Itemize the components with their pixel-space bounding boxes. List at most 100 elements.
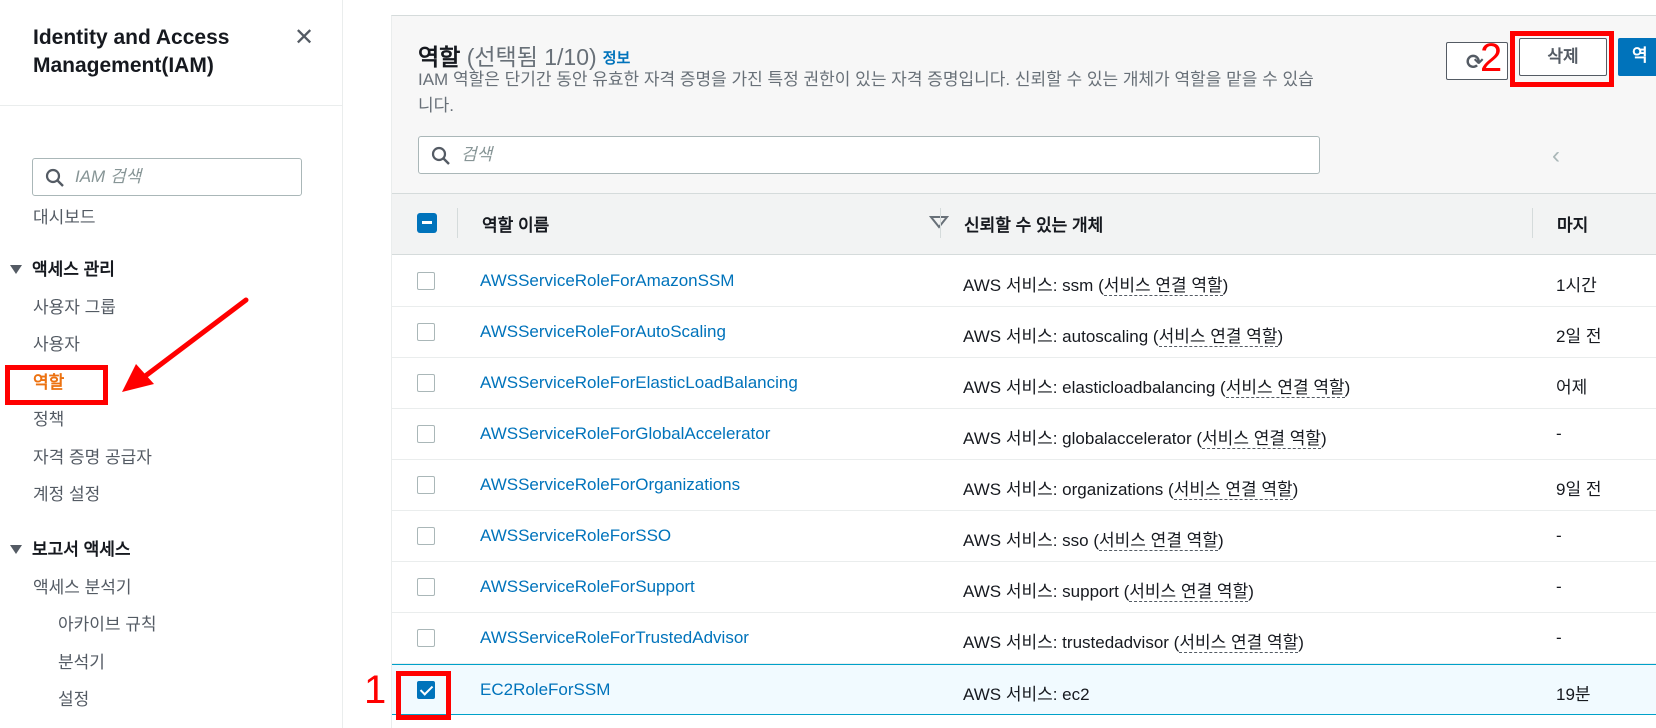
nav-account-settings[interactable]: 계정 설정 <box>33 484 100 506</box>
trusted-entity-cell: AWS 서비스: sso (서비스 연결 역할) <box>963 526 1224 551</box>
role-name-link[interactable]: AWSServiceRoleForOrganizations <box>480 475 740 495</box>
trusted-entity-suffix: ) <box>1222 276 1229 295</box>
nav-policies[interactable]: 정책 <box>33 409 64 431</box>
service-linked-role-label: 서비스 연결 역할 <box>1099 531 1218 551</box>
trusted-entity-text: AWS 서비스: ssm ( <box>963 276 1104 295</box>
row-checkbox[interactable] <box>417 272 435 290</box>
trusted-entity-cell: AWS 서비스: organizations (서비스 연결 역할) <box>963 475 1298 500</box>
role-name-link[interactable]: AWSServiceRoleForAmazonSSM <box>480 271 734 291</box>
last-activity-cell: 2일 전 <box>1556 327 1602 346</box>
trusted-entity-text: AWS 서비스: trustedadvisor ( <box>963 633 1180 652</box>
trusted-entity-cell: AWS 서비스: support (서비스 연결 역할) <box>963 577 1254 602</box>
role-name-link[interactable]: AWSServiceRoleForElasticLoadBalancing <box>480 373 798 393</box>
nav-section-reports[interactable]: 보고서 액세스 <box>10 539 131 561</box>
last-activity-cell: - <box>1556 577 1562 596</box>
table-row[interactable]: AWSServiceRoleForElasticLoadBalancing AWS… <box>392 358 1656 409</box>
sidebar-search-input[interactable] <box>75 165 295 189</box>
nav-analyzer-settings[interactable]: 설정 <box>58 689 89 711</box>
table-row[interactable]: EC2RoleForSSM AWS 서비스: ec2 19분 1 <box>364 664 1656 720</box>
sidebar-header: Identity and Access Management(IAM) ✕ <box>0 0 342 106</box>
table-row[interactable]: AWSServiceRoleForOrganizations AWS 서비스: o… <box>392 460 1656 511</box>
trusted-entity-cell: AWS 서비스: elasticloadbalancing (서비스 연결 역할… <box>963 373 1350 398</box>
trusted-entity-suffix: ) <box>1344 378 1351 397</box>
sidebar-search <box>32 158 302 196</box>
row-checkbox[interactable] <box>417 629 435 647</box>
sort-down-icon[interactable] <box>929 214 949 230</box>
annotation-step-2: 2 <box>1480 36 1503 80</box>
role-name-link[interactable]: AWSServiceRoleForSupport <box>480 577 695 597</box>
trusted-entity-suffix: ) <box>1248 582 1254 601</box>
column-divider <box>1532 208 1533 238</box>
trusted-entity-cell: AWS 서비스: ec2 <box>963 680 1090 705</box>
trusted-entity-suffix: ) <box>1277 327 1284 346</box>
annotation-arrow <box>122 297 249 392</box>
annotation-highlight-delete <box>1510 31 1614 87</box>
role-name-link[interactable]: AWSServiceRoleForGlobalAccelerator <box>480 424 770 444</box>
sidebar: Identity and Access Management(IAM) ✕ 대시… <box>0 0 343 728</box>
row-checkbox[interactable] <box>417 323 435 341</box>
annotation-step-1: 1 <box>364 668 387 712</box>
nav-access-analyzer[interactable]: 액세스 분석기 <box>33 577 132 599</box>
table-row[interactable]: AWSServiceRoleForAutoScaling AWS 서비스: aut… <box>392 307 1656 358</box>
roles-search-input[interactable] <box>461 143 1301 167</box>
role-name-link[interactable]: AWSServiceRoleForTrustedAdvisor <box>480 628 749 648</box>
column-divider <box>940 208 941 238</box>
service-linked-role-label: 서비스 연결 역할 <box>1173 480 1293 500</box>
annotation-highlight-roles <box>5 365 108 405</box>
trusted-entity-text: AWS 서비스: globalaccelerator ( <box>963 429 1203 448</box>
info-link[interactable]: 정보 <box>603 50 631 67</box>
service-linked-role-label: 서비스 연결 역할 <box>1202 429 1321 449</box>
trusted-entity-cell: AWS 서비스: ssm (서비스 연결 역할) <box>963 271 1228 296</box>
trusted-entity-text: AWS 서비스: organizations ( <box>963 480 1174 499</box>
search-icon <box>431 146 450 165</box>
nav-dashboard[interactable]: 대시보드 <box>33 207 96 229</box>
nav-identity-providers[interactable]: 자격 증명 공급자 <box>33 447 152 469</box>
nav-section-reports-label: 보고서 액세스 <box>32 540 131 559</box>
trusted-entity-text: AWS 서비스: support ( <box>963 582 1130 601</box>
last-activity-cell: - <box>1556 526 1562 545</box>
service-linked-role-label: 서비스 연결 역할 <box>1225 378 1345 398</box>
role-name-link[interactable]: EC2RoleForSSM <box>480 680 610 700</box>
nav-archive-rules[interactable]: 아카이브 규칙 <box>58 614 157 636</box>
trusted-entity-suffix: ) <box>1298 633 1304 652</box>
sidebar-title: Identity and Access Management(IAM) <box>33 26 230 77</box>
nav-users[interactable]: 사용자 <box>33 334 80 356</box>
row-checkbox[interactable] <box>417 476 435 494</box>
trusted-entity-text: AWS 서비스: elasticloadbalancing ( <box>963 378 1226 397</box>
column-header-trusted-entities[interactable]: 신뢰할 수 있는 개체 <box>964 211 1103 236</box>
trusted-entity-suffix: ) <box>1217 531 1224 550</box>
table-row[interactable]: AWSServiceRoleForSupport AWS 서비스: support… <box>392 562 1656 613</box>
nav-analyzers[interactable]: 분석기 <box>58 652 105 674</box>
select-all-checkbox[interactable] <box>417 213 437 233</box>
role-name-link[interactable]: AWSServiceRoleForAutoScaling <box>480 322 726 342</box>
row-checkbox[interactable] <box>417 425 435 443</box>
role-name-link[interactable]: AWSServiceRoleForSSO <box>480 526 671 546</box>
main-content: 역할 (선택됨 1/10) 정보 IAM 역할은 단기간 동안 유효한 자격 증명… <box>343 0 1656 728</box>
panel-header: 역할 (선택됨 1/10) 정보 IAM 역할은 단기간 동안 유효한 자격 증명… <box>392 16 1656 193</box>
column-header-last-activity[interactable]: 마지 <box>1557 211 1588 236</box>
nav-section-access[interactable]: 액세스 관리 <box>10 259 115 281</box>
nav-user-groups[interactable]: 사용자 그룹 <box>33 297 116 319</box>
row-checkbox[interactable] <box>417 578 435 596</box>
roles-panel: 역할 (선택됨 1/10) 정보 IAM 역할은 단기간 동안 유효한 자격 증명… <box>364 15 1656 728</box>
trusted-entity-suffix: ) <box>1292 480 1299 499</box>
chevron-left-icon[interactable]: ‹ <box>1552 142 1560 170</box>
close-icon[interactable]: ✕ <box>292 26 316 50</box>
column-header-role-name[interactable]: 역할 이름 <box>482 211 549 236</box>
last-activity-cell: 9일 전 <box>1556 480 1602 499</box>
service-linked-role-label: 서비스 연결 역할 <box>1129 582 1249 602</box>
table-row[interactable]: AWSServiceRoleForAmazonSSM AWS 서비스: ssm (… <box>392 256 1656 307</box>
table-row[interactable]: AWSServiceRoleForTrustedAdvisor AWS 서비스: … <box>392 613 1656 664</box>
last-activity-cell: 19분 <box>1556 685 1591 704</box>
nav-section-access-label: 액세스 관리 <box>32 260 115 279</box>
create-role-button[interactable]: 역 <box>1618 38 1656 76</box>
row-checkbox[interactable] <box>417 527 435 545</box>
caret-down-icon <box>10 545 22 555</box>
row-checkbox[interactable] <box>417 374 435 392</box>
table-row[interactable]: AWSServiceRoleForGlobalAccelerator AWS 서비… <box>392 409 1656 460</box>
table-row[interactable]: AWSServiceRoleForSSO AWS 서비스: sso (서비스 연결… <box>392 511 1656 562</box>
trusted-entity-suffix: ) <box>1320 429 1327 448</box>
last-activity-cell: - <box>1556 628 1562 647</box>
last-activity-cell: 1시간 <box>1556 276 1597 295</box>
caret-down-icon <box>10 265 22 275</box>
